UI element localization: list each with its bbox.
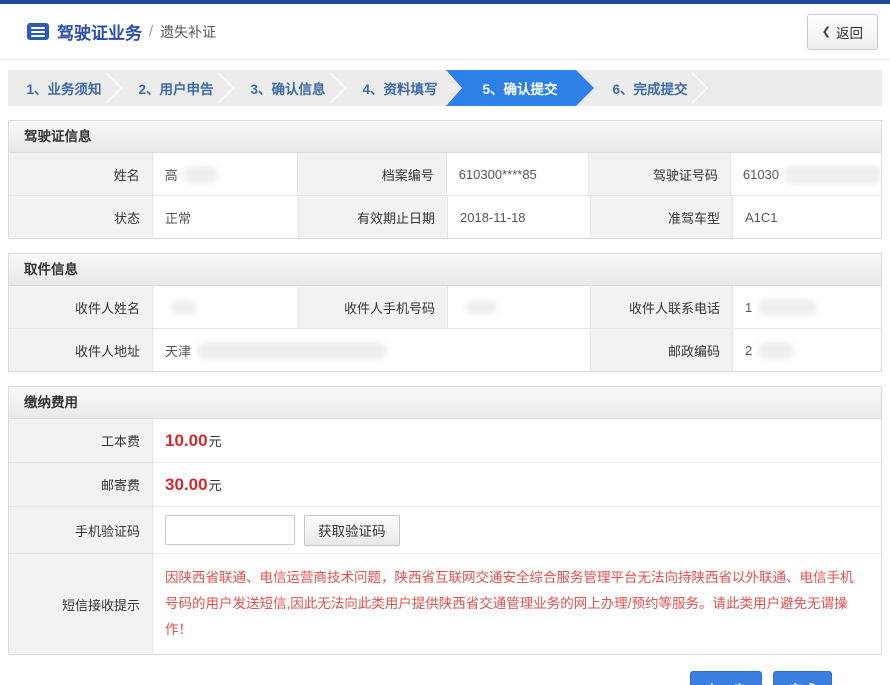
fee-unit: 元 xyxy=(209,431,222,450)
name-value: 高 xyxy=(153,153,299,195)
step-tab-6: 6、完成提交 xyxy=(594,70,706,106)
recipient-address-label: 收件人地址 xyxy=(9,329,153,371)
get-code-button[interactable]: 获取验证码 xyxy=(304,515,400,546)
sms-code-input[interactable] xyxy=(165,515,295,545)
redacted-blob xyxy=(197,342,387,359)
list-icon xyxy=(27,23,49,40)
recipient-name-value xyxy=(153,286,299,328)
table-row: 邮寄费 30.00 元 xyxy=(9,463,881,507)
status-value: 正常 xyxy=(153,196,299,238)
chevron-left-icon: ❮ xyxy=(822,25,831,38)
license-number-label: 驾驶证号码 xyxy=(589,153,731,195)
table-row: 手机验证码 获取验证码 xyxy=(9,507,881,554)
finish-button[interactable]: 完成 xyxy=(773,671,832,685)
sms-notice-text: 因陕西省联通、电信运营商技术问题，陕西省互联网交通安全综合服务管理平台无法向持陕… xyxy=(153,554,881,654)
license-section-title: 驾驶证信息 xyxy=(9,121,881,153)
redacted-blob xyxy=(785,165,881,184)
pickup-info-section: 取件信息 收件人姓名 收件人手机号码 收件人联系电话 1 收件人地址 天津 邮政… xyxy=(8,253,882,372)
post-fee-value: 30.00 元 xyxy=(153,463,881,506)
page-title: 驾驶证业务 xyxy=(57,19,142,44)
expiry-label: 有效期止日期 xyxy=(299,196,448,238)
fee-unit: 元 xyxy=(209,475,222,494)
table-row: 状态 正常 有效期止日期 2018-11-18 准驾车型 A1C1 xyxy=(9,196,881,238)
vehicle-class-label: 准驾车型 xyxy=(591,196,733,238)
sms-notice-label: 短信接收提示 xyxy=(9,554,153,654)
post-fee-amount: 30.00 xyxy=(165,475,208,495)
breadcrumb-separator: / xyxy=(149,23,153,40)
step-tab-5-active: 5、确认提交 xyxy=(446,70,594,106)
step-tab-3: 3、确认信息 xyxy=(232,70,344,106)
postal-code-value: 2 xyxy=(733,329,881,371)
pickup-section-title: 取件信息 xyxy=(9,254,881,286)
redacted-blob xyxy=(466,300,496,315)
back-button-label: 返回 xyxy=(836,22,863,42)
sms-code-cell: 获取验证码 xyxy=(153,507,881,553)
recipient-name-label: 收件人姓名 xyxy=(9,286,153,328)
recipient-mobile-label: 收件人手机号码 xyxy=(299,286,448,328)
back-button[interactable]: ❮ 返回 xyxy=(807,14,878,50)
file-number-value: 610300****85 xyxy=(447,153,590,195)
table-row: 工本费 10.00 元 xyxy=(9,419,881,463)
name-label: 姓名 xyxy=(9,153,153,195)
step-tab-1: 1、业务须知 xyxy=(8,70,120,106)
work-fee-value: 10.00 元 xyxy=(153,419,881,462)
expiry-value: 2018-11-18 xyxy=(448,196,591,238)
file-number-label: 档案编号 xyxy=(298,153,447,195)
redacted-blob xyxy=(184,166,218,183)
prev-step-button[interactable]: 上一步 xyxy=(690,671,763,685)
license-info-section: 驾驶证信息 姓名 高 档案编号 610300****85 驾驶证号码 61030… xyxy=(8,120,882,239)
work-fee-label: 工本费 xyxy=(9,419,153,462)
table-row: 短信接收提示 因陕西省联通、电信运营商技术问题，陕西省互联网交通安全综合服务管理… xyxy=(9,554,881,654)
table-row: 姓名 高 档案编号 610300****85 驾驶证号码 61030 xyxy=(9,153,881,196)
post-fee-label: 邮寄费 xyxy=(9,463,153,506)
sms-code-label: 手机验证码 xyxy=(9,507,153,553)
footer-actions: 上一步 完成 xyxy=(0,671,890,685)
redacted-blob xyxy=(171,300,197,315)
step-wizard: 1、业务须知 2、用户申告 3、确认信息 4、资料填写 5、确认提交 6、完成提… xyxy=(8,70,882,106)
work-fee-amount: 10.00 xyxy=(165,431,208,451)
payment-section: 缴纳费用 工本费 10.00 元 邮寄费 30.00 元 手机验证码 获取验证码… xyxy=(8,386,882,655)
postal-code-label: 邮政编码 xyxy=(591,329,733,371)
table-row: 收件人地址 天津 邮政编码 2 xyxy=(9,329,881,371)
table-row: 收件人姓名 收件人手机号码 收件人联系电话 1 xyxy=(9,286,881,329)
step-tab-4: 4、资料填写 xyxy=(344,70,456,106)
recipient-phone-value: 1 xyxy=(733,286,881,328)
vehicle-class-value: A1C1 xyxy=(733,196,881,238)
payment-section-title: 缴纳费用 xyxy=(9,387,881,419)
redacted-blob xyxy=(758,342,794,359)
status-label: 状态 xyxy=(9,196,153,238)
recipient-mobile-value xyxy=(448,286,591,328)
redacted-blob xyxy=(758,299,816,316)
page-header: 驾驶证业务 / 遗失补证 ❮ 返回 xyxy=(0,4,890,60)
recipient-address-value: 天津 xyxy=(153,329,591,371)
license-number-value: 61030 xyxy=(731,153,881,195)
page-subtitle: 遗失补证 xyxy=(160,22,216,42)
recipient-phone-label: 收件人联系电话 xyxy=(591,286,733,328)
step-tab-2: 2、用户申告 xyxy=(120,70,232,106)
